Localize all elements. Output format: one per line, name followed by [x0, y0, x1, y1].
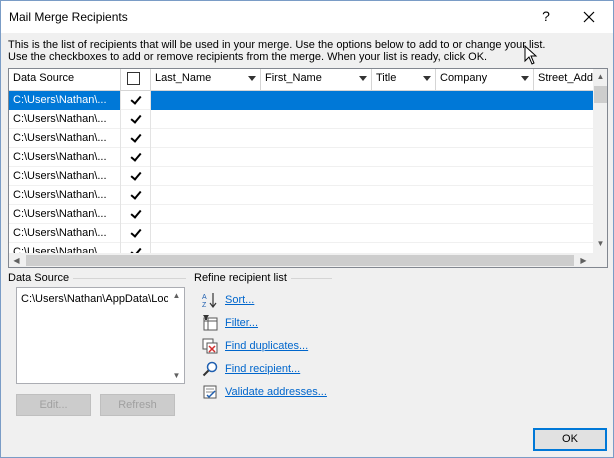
mail-merge-recipients-dialog: Mail Merge Recipients ? This is the list…: [0, 0, 614, 458]
row-source: C:\Users\Nathan\...: [9, 224, 121, 243]
row-checkbox[interactable]: [129, 226, 142, 239]
row-source: C:\Users\Nathan\...: [9, 243, 121, 253]
row-checkbox-cell[interactable]: [121, 205, 151, 224]
grid-header: Data Source Last_Name First_Name Title C…: [9, 69, 593, 91]
data-source-item[interactable]: C:\Users\Nathan\AppData\Local: [21, 293, 168, 305]
column-header-company[interactable]: Company: [436, 69, 534, 90]
row-checkbox[interactable]: [129, 245, 142, 253]
data-source-list[interactable]: C:\Users\Nathan\AppData\Local ▲ ▼: [16, 287, 185, 384]
refresh-button[interactable]: Refresh: [100, 394, 175, 416]
svg-text:Z: Z: [202, 302, 207, 308]
refine-recipient-list-label: Refine recipient list: [194, 272, 291, 284]
row-fields: [151, 91, 593, 110]
table-row[interactable]: C:\Users\Nathan\...: [9, 186, 593, 205]
vertical-scroll-thumb[interactable]: [594, 86, 607, 103]
scrollbar-corner: [593, 253, 607, 267]
validate-addresses-icon: [203, 385, 217, 399]
column-header-data-source[interactable]: Data Source: [9, 69, 121, 90]
row-source: C:\Users\Nathan\...: [9, 186, 121, 205]
table-row[interactable]: C:\Users\Nathan\...: [9, 167, 593, 186]
grid-vertical-scrollbar[interactable]: ▲ ▼: [593, 69, 607, 253]
sort-icon: A Z: [202, 293, 217, 308]
grid-rows: C:\Users\Nathan\... C:\Users\Nathan\... …: [9, 91, 593, 253]
find-duplicates-icon: [202, 338, 218, 354]
table-row[interactable]: C:\Users\Nathan\...: [9, 224, 593, 243]
row-source: C:\Users\Nathan\...: [9, 110, 121, 129]
row-source: C:\Users\Nathan\...: [9, 91, 121, 110]
close-button[interactable]: [569, 2, 609, 31]
table-row[interactable]: C:\Users\Nathan\...: [9, 205, 593, 224]
column-header-last-name[interactable]: Last_Name: [151, 69, 261, 90]
instructions-line-2: Use the checkboxes to add or remove reci…: [8, 51, 488, 63]
table-row[interactable]: C:\Users\Nathan\...: [9, 129, 593, 148]
column-header-label: Street_Addr: [538, 72, 593, 84]
row-source: C:\Users\Nathan\...: [9, 148, 121, 167]
column-header-label: Company: [440, 72, 488, 84]
row-checkbox-cell[interactable]: [121, 91, 151, 110]
row-source: C:\Users\Nathan\...: [9, 205, 121, 224]
recipients-grid[interactable]: Data Source Last_Name First_Name Title C…: [8, 68, 608, 268]
column-header-first-name[interactable]: First_Name: [261, 69, 372, 90]
column-header-label: First_Name: [265, 72, 322, 84]
ok-button[interactable]: OK: [533, 428, 607, 451]
row-checkbox-cell[interactable]: [121, 167, 151, 186]
column-header-select-all[interactable]: [121, 69, 151, 90]
scroll-down-icon[interactable]: ▼: [169, 368, 184, 383]
help-button[interactable]: ?: [529, 2, 563, 31]
row-source: C:\Users\Nathan\...: [9, 167, 121, 186]
row-checkbox-cell[interactable]: [121, 186, 151, 205]
row-checkbox-cell[interactable]: [121, 148, 151, 167]
column-header-label: Last_Name: [155, 72, 212, 84]
scroll-left-icon[interactable]: ◀: [9, 253, 24, 267]
column-header-title[interactable]: Title: [372, 69, 436, 90]
close-icon: [583, 11, 595, 23]
table-row[interactable]: C:\Users\Nathan\...: [9, 110, 593, 129]
table-row[interactable]: C:\Users\Nathan\...: [9, 148, 593, 167]
column-header-label: Data Source: [13, 72, 75, 84]
validate-addresses-link[interactable]: Validate addresses...: [225, 386, 327, 398]
instructions: This is the list of recipients that will…: [8, 39, 608, 63]
dropdown-arrow-icon[interactable]: [248, 76, 256, 81]
mouse-pointer-icon: [524, 45, 538, 65]
data-source-label: Data Source: [8, 272, 74, 284]
row-checkbox[interactable]: [129, 150, 142, 163]
find-recipient-link[interactable]: Find recipient...: [225, 363, 300, 375]
horizontal-scroll-thumb[interactable]: [26, 255, 574, 266]
filter-table-icon: [203, 315, 218, 331]
row-checkbox-cell[interactable]: [121, 129, 151, 148]
find-duplicates-link[interactable]: Find duplicates...: [225, 340, 308, 352]
row-checkbox-cell[interactable]: [121, 224, 151, 243]
scroll-right-icon[interactable]: ▶: [576, 253, 591, 267]
dropdown-arrow-icon[interactable]: [423, 76, 431, 81]
grid-horizontal-scrollbar[interactable]: ◀ ▶: [9, 253, 593, 267]
instructions-line-1: This is the list of recipients that will…: [8, 39, 546, 51]
row-checkbox[interactable]: [129, 93, 142, 106]
row-checkbox[interactable]: [129, 112, 142, 125]
svg-text:A: A: [202, 294, 207, 301]
select-all-checkbox[interactable]: [127, 72, 140, 85]
dropdown-arrow-icon[interactable]: [521, 76, 529, 81]
row-checkbox[interactable]: [129, 188, 142, 201]
row-checkbox-cell[interactable]: [121, 110, 151, 129]
data-source-list-scrollbar[interactable]: ▲ ▼: [169, 288, 184, 383]
column-header-label: Title: [376, 72, 397, 84]
scroll-down-icon[interactable]: ▼: [593, 236, 607, 251]
dropdown-arrow-icon[interactable]: [359, 76, 367, 81]
row-checkbox-cell[interactable]: [121, 243, 151, 253]
row-checkbox[interactable]: [129, 207, 142, 220]
row-source: C:\Users\Nathan\...: [9, 129, 121, 148]
row-checkbox[interactable]: [129, 169, 142, 182]
scroll-up-icon[interactable]: ▲: [169, 288, 184, 303]
scroll-up-icon[interactable]: ▲: [593, 69, 607, 84]
title-bar: Mail Merge Recipients ?: [1, 1, 613, 33]
table-row[interactable]: C:\Users\Nathan\...: [9, 91, 593, 110]
edit-button[interactable]: Edit...: [16, 394, 91, 416]
sort-link[interactable]: Sort...: [225, 294, 254, 306]
magnifier-icon: [202, 361, 218, 377]
window-title: Mail Merge Recipients: [9, 10, 128, 24]
table-row[interactable]: C:\Users\Nathan\...: [9, 243, 593, 253]
column-header-street-address[interactable]: Street_Addr: [534, 69, 593, 90]
row-checkbox[interactable]: [129, 131, 142, 144]
filter-link[interactable]: Filter...: [225, 317, 258, 329]
